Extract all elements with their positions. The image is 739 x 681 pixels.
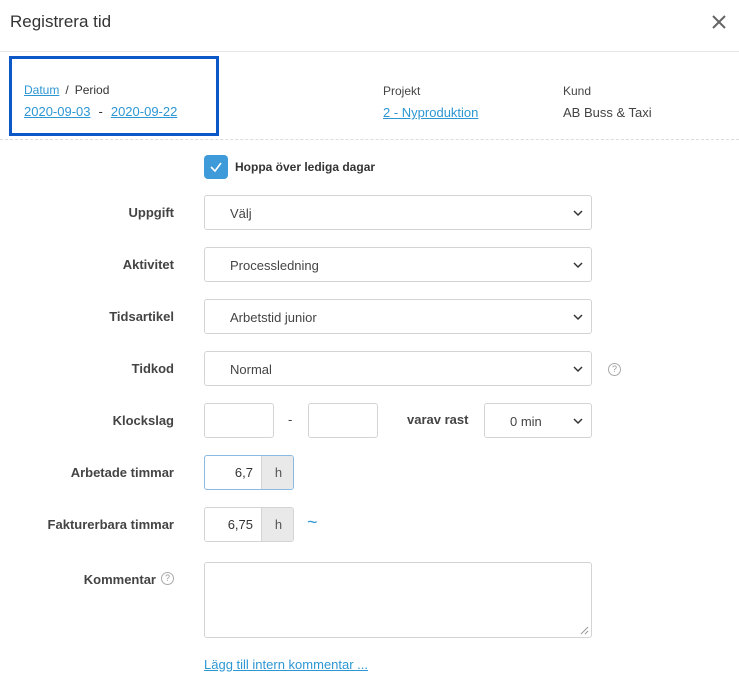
uppgift-value: Välj: [230, 206, 252, 221]
chevron-down-icon: [573, 366, 583, 373]
billable-hours-input[interactable]: 6,75 h: [204, 507, 294, 542]
kommentar-help-icon[interactable]: ?: [161, 572, 174, 585]
tidkod-label: Tidkod: [131, 361, 174, 376]
billable-hours-unit: h: [261, 508, 293, 541]
aktivitet-select[interactable]: Processledning: [204, 247, 592, 282]
aktivitet-value: Processledning: [230, 258, 319, 273]
fakturerbara-label: Fakturerbara timmar: [47, 517, 174, 532]
section-divider: [0, 139, 739, 140]
period-from-link[interactable]: 2020-09-03: [24, 104, 91, 119]
date-mode-link[interactable]: Datum: [24, 83, 59, 97]
project-label: Projekt: [383, 84, 421, 98]
time-dash: -: [288, 412, 293, 427]
uppgift-label: Uppgift: [128, 205, 174, 220]
period-to-link[interactable]: 2020-09-22: [111, 104, 178, 119]
date-mode-switch: Datum / Period: [24, 83, 109, 97]
tidkod-value: Normal: [230, 362, 272, 377]
add-internal-comment-link[interactable]: Lägg till intern kommentar ...: [204, 657, 368, 672]
project-link[interactable]: 2 - Nyproduktion: [383, 105, 478, 120]
tidkod-select[interactable]: Normal: [204, 351, 592, 386]
comment-textarea[interactable]: [204, 562, 592, 638]
chevron-down-icon: [573, 210, 583, 217]
time-to-input[interactable]: [308, 403, 378, 438]
period-dash: -: [98, 104, 103, 119]
worked-hours-input[interactable]: 6,7 h: [204, 455, 294, 490]
worked-hours-value[interactable]: 6,7: [205, 456, 261, 489]
break-value: 0 min: [510, 414, 542, 429]
worked-hours-unit: h: [261, 456, 293, 489]
billable-hours-value[interactable]: 6,75: [205, 508, 261, 541]
chevron-down-icon: [573, 314, 583, 321]
period-dates: 2020-09-03-2020-09-22: [24, 104, 177, 119]
break-label: varav rast: [407, 412, 469, 427]
kommentar-label: Kommentar: [83, 572, 156, 587]
chevron-down-icon: [573, 418, 583, 425]
chevron-down-icon: [573, 262, 583, 269]
skip-free-days-checkbox[interactable]: [204, 155, 228, 179]
arbetade-label: Arbetade timmar: [70, 465, 174, 480]
uppgift-select[interactable]: Välj: [204, 195, 592, 230]
tidsartikel-value: Arbetstid junior: [230, 310, 317, 325]
period-mode-label: Period: [74, 83, 110, 97]
sync-hours-icon[interactable]: ~: [307, 512, 318, 533]
checkmark-icon: [210, 162, 222, 173]
customer-label: Kund: [563, 84, 592, 98]
resize-grip-icon[interactable]: [579, 625, 589, 635]
close-icon[interactable]: [709, 12, 729, 32]
skip-free-days-label: Hoppa över lediga dagar: [235, 160, 376, 174]
dialog-header: Registrera tid: [0, 0, 739, 52]
klockslag-label: Klockslag: [112, 413, 174, 428]
customer-value: AB Buss & Taxi: [563, 105, 652, 120]
tidsartikel-select[interactable]: Arbetstid junior: [204, 299, 592, 334]
dialog-title: Registrera tid: [10, 12, 112, 31]
break-select[interactable]: 0 min: [484, 403, 592, 438]
tidsartikel-label: Tidsartikel: [109, 309, 174, 324]
time-from-input[interactable]: [204, 403, 274, 438]
aktivitet-label: Aktivitet: [122, 257, 174, 272]
mode-separator: /: [65, 83, 69, 97]
tidkod-help-icon[interactable]: ?: [608, 363, 621, 376]
